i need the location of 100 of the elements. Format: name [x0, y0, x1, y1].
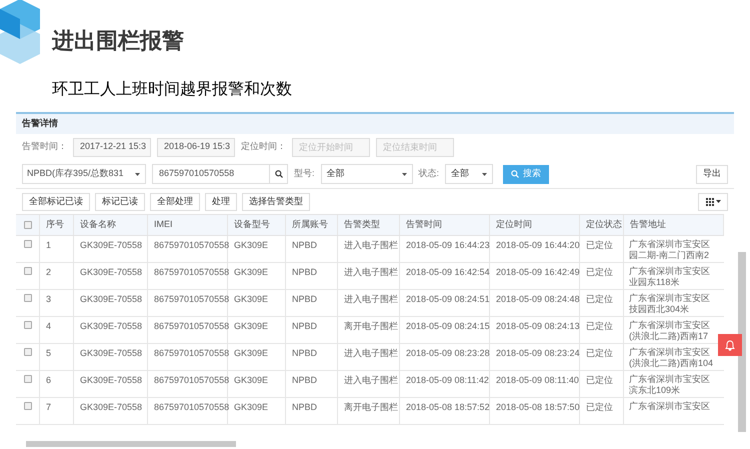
table-cell: GK309E: [234, 402, 268, 412]
column-header[interactable]: 序号: [46, 218, 64, 232]
checkbox[interactable]: [24, 348, 32, 356]
address-text: 广东省深圳市宝安区: [629, 401, 711, 412]
table-cell: NPBD: [292, 240, 318, 250]
table-cell: 进入电子围栏: [344, 267, 398, 277]
checkbox[interactable]: [24, 375, 32, 383]
table-cell: GK309E: [234, 267, 268, 277]
table-cell: GK309E-70558: [80, 240, 142, 250]
caret-icon: [135, 172, 140, 176]
date-field[interactable]: 2017-12-21 15:3: [73, 138, 151, 156]
account-dropdown[interactable]: NPBD(库存395/总数831: [22, 164, 146, 184]
table-cell: GK309E: [234, 348, 268, 358]
action-button[interactable]: 全部处理: [150, 192, 200, 210]
table-cell: 4: [46, 321, 52, 331]
table-cell: 2018-05-08 18:57:52: [406, 402, 490, 412]
table-cell: NPBD: [292, 321, 318, 331]
table-cell: GK309E-70558: [80, 294, 142, 304]
grid-icon: [706, 198, 714, 206]
address-text: 广东省深圳市宝安区 业园东118米: [629, 266, 711, 288]
table-cell: 867597010570558: [154, 375, 230, 385]
table-cell: 867597010570558: [154, 294, 230, 304]
search-icon: [274, 170, 282, 178]
table-cell: 2018-05-09 16:42:49: [496, 267, 580, 277]
dropdown-value: 全部: [326, 167, 345, 180]
export-button[interactable]: 导出: [696, 164, 728, 184]
filter-label: 状态:: [418, 167, 440, 180]
table-cell: 1: [46, 240, 52, 250]
table-cell: 2018-05-09 08:23:24: [496, 348, 580, 358]
action-button[interactable]: 选择告警类型: [242, 192, 310, 210]
table-cell: GK309E-70558: [80, 321, 142, 331]
column-header[interactable]: 所属账号: [292, 218, 328, 232]
column-header[interactable]: IMEI: [154, 218, 173, 232]
table-cell: 2018-05-09 16:42:54: [406, 267, 490, 277]
column-header[interactable]: 设备型号: [234, 218, 270, 232]
bell-button[interactable]: [718, 334, 742, 356]
table-cell: 3: [46, 294, 52, 304]
table-cell: 867597010570558: [154, 267, 230, 277]
table-cell: GK309E-70558: [80, 402, 142, 412]
column-header[interactable]: 定位状态: [586, 218, 622, 232]
table-cell: 进入电子围栏: [344, 294, 398, 304]
date-field[interactable]: 2018-06-19 15:3: [157, 138, 235, 156]
table-cell: 进入电子围栏: [344, 240, 398, 250]
checkbox[interactable]: [24, 221, 32, 229]
table-cell: NPBD: [292, 294, 318, 304]
address-text: 广东省深圳市宝安区 园二期-南二门西南2: [629, 239, 711, 261]
dropdown-value: 全部: [451, 167, 470, 180]
column-toggle-button[interactable]: [698, 192, 728, 210]
table-cell: 已定位: [586, 402, 613, 412]
model-dropdown[interactable]: 全部: [320, 164, 413, 184]
table-cell: 2018-05-08 18:57:50: [496, 402, 580, 412]
table-cell: 已定位: [586, 240, 613, 250]
bell-icon: [725, 340, 735, 350]
checkbox[interactable]: [24, 267, 32, 275]
table-cell: GK309E-70558: [80, 348, 142, 358]
checkbox[interactable]: [24, 240, 32, 248]
address-text: 广东省深圳市宝安区 (洪浪北二路)西南17: [629, 320, 711, 342]
action-button[interactable]: 处理: [205, 192, 237, 210]
table-cell: 2018-05-09 16:44:23: [406, 240, 490, 250]
action-button[interactable]: 标记已读: [95, 192, 145, 210]
state-dropdown[interactable]: 全部: [445, 164, 494, 184]
checkbox[interactable]: [24, 321, 32, 329]
column-header[interactable]: 定位时间: [496, 218, 532, 232]
horizontal-scrollbar[interactable]: [26, 441, 236, 447]
table-cell: 2018-05-09 08:24:51: [406, 294, 490, 304]
table-cell: GK309E-70558: [80, 375, 142, 385]
table-cell: GK309E: [234, 240, 268, 250]
column-header[interactable]: 告警类型: [344, 218, 380, 232]
checkbox[interactable]: [24, 294, 32, 302]
table-cell: 6: [46, 375, 52, 385]
column-header[interactable]: 设备名称: [80, 218, 116, 232]
table-cell: 5: [46, 348, 52, 358]
address-text: 广东省深圳市宝安区 (洪浪北二路)西南104: [629, 347, 714, 369]
vertical-scrollbar[interactable]: [738, 252, 746, 432]
table-cell: 7: [46, 402, 52, 412]
table-cell: 离开电子围栏: [344, 402, 398, 412]
imei-field[interactable]: 867597010570558: [152, 164, 288, 184]
table-cell: 2: [46, 267, 52, 277]
table-cell: 离开电子围栏: [344, 321, 398, 331]
table-cell: 已定位: [586, 348, 613, 358]
table-cell: 2018-05-09 08:24:13: [496, 321, 580, 331]
caret-icon: [402, 172, 407, 176]
action-button[interactable]: 全部标记已读: [22, 192, 90, 210]
column-header[interactable]: 告警地址: [630, 218, 666, 232]
checkbox[interactable]: [24, 402, 32, 410]
table-cell: 2018-05-09 08:24:15: [406, 321, 490, 331]
table-cell: GK309E-70558: [80, 267, 142, 277]
table-cell: 2018-05-09 08:23:28: [406, 348, 490, 358]
table-cell: 2018-05-09 16:44:20: [496, 240, 580, 250]
table-cell: GK309E: [234, 294, 268, 304]
table-cell: NPBD: [292, 402, 318, 412]
address-text: 广东省深圳市宝安区 技园西北304米: [629, 293, 711, 315]
date-field[interactable]: 定位开始时间: [292, 138, 370, 156]
field-value: 867597010570558: [159, 167, 234, 180]
table-cell: 已定位: [586, 321, 613, 331]
table-cell: 867597010570558: [154, 348, 230, 358]
date-field[interactable]: 定位结束时间: [376, 138, 454, 156]
table-cell: 进入电子围栏: [344, 375, 398, 385]
table-cell: NPBD: [292, 348, 318, 358]
column-header[interactable]: 告警时间: [406, 218, 442, 232]
